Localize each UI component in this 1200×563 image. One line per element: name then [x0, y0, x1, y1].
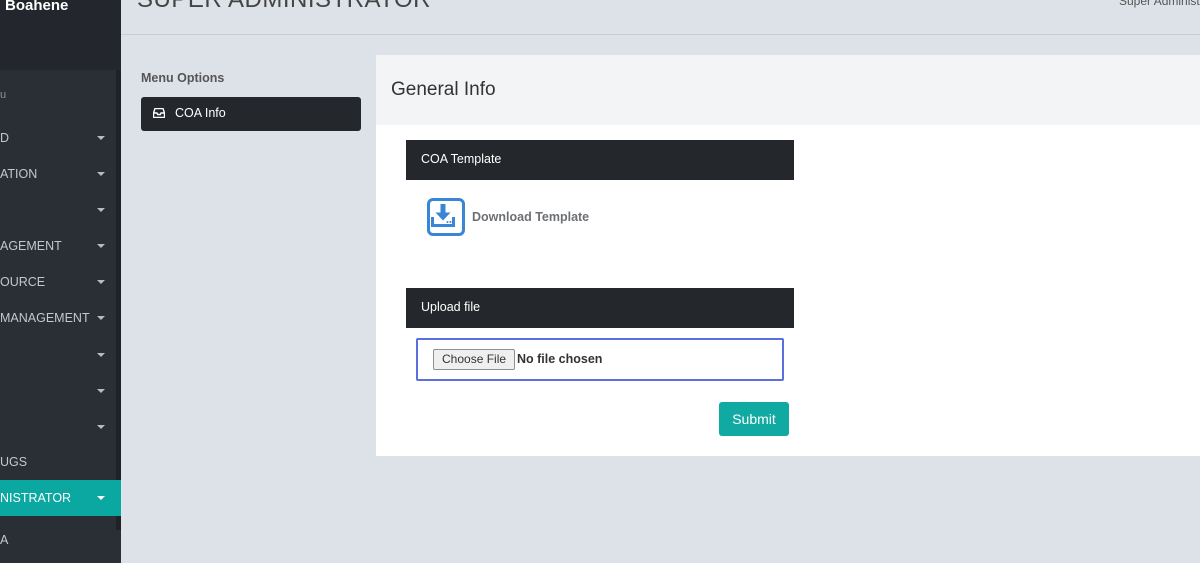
upload-file-heading: Upload file [421, 300, 481, 314]
caret-down-icon [97, 353, 105, 357]
menu-option-label: COA Info [175, 106, 226, 120]
caret-down-icon [97, 208, 105, 212]
caret-down-icon [97, 389, 105, 393]
caret-down-icon [97, 172, 105, 176]
sidebar-item-agement[interactable]: AGEMENT [0, 228, 121, 264]
user-role-menu[interactable]: Super Administrator [1119, 0, 1200, 8]
sidebar-menu-header: u [0, 89, 7, 101]
choose-file-button[interactable]: Choose File [433, 349, 516, 370]
sidebar-item-12[interactable]: A [0, 522, 121, 558]
user-name: Boahene [5, 0, 69, 14]
sidebar-item-3[interactable] [0, 192, 121, 228]
header-divider [121, 34, 1200, 35]
sidebar-item-administrator[interactable]: NISTRATOR [0, 480, 121, 516]
panel-header: General Info [376, 55, 1200, 125]
menu-options-title: Menu Options [141, 71, 225, 85]
file-status: No file chosen [517, 352, 603, 366]
menu-option-coa-info[interactable]: COA Info [141, 97, 361, 131]
coa-template-header: COA Template [406, 140, 794, 180]
sidebar-item-7[interactable] [0, 337, 121, 373]
upload-file-header: Upload file [406, 288, 794, 328]
general-info-panel: General Info COA Template Download Templ… [376, 55, 1200, 456]
file-input[interactable]: Choose File No file chosen [416, 338, 784, 381]
download-icon [427, 198, 465, 236]
coa-template-heading: COA Template [421, 152, 502, 166]
panel-title: General Info [391, 79, 496, 100]
caret-down-icon [97, 244, 105, 248]
sidebar-item-8[interactable] [0, 373, 121, 409]
page-title: SUPER ADMINISTRATOR [137, 0, 431, 14]
download-template-label: Download Template [472, 210, 590, 224]
sidebar-item-ource[interactable]: OURCE [0, 264, 121, 300]
sidebar-item-label: A [0, 533, 9, 547]
sidebar-item-9[interactable] [0, 409, 121, 445]
sidebar-item-bugs[interactable]: UGS [0, 444, 121, 480]
caret-down-icon [97, 316, 105, 320]
sidebar-item-dashboard[interactable]: D [0, 120, 121, 156]
sidebar-item-label: OURCE [0, 275, 46, 289]
caret-down-icon [97, 136, 105, 140]
sidebar-item-label: ATION [0, 167, 38, 181]
sidebar-item-label: MANAGEMENT [0, 311, 90, 325]
sidebar-item-label: D [0, 131, 10, 145]
sidebar-item-management[interactable]: MANAGEMENT [0, 300, 121, 336]
sidebar-item-ation[interactable]: ATION [0, 156, 121, 192]
sidebar: Boahene u D ATION AGEMENT OURCE MANAGEME… [0, 0, 121, 563]
submit-button[interactable]: Submit [719, 402, 789, 436]
sidebar-item-label: AGEMENT [0, 239, 62, 253]
inbox-icon [153, 108, 165, 118]
caret-down-icon [97, 280, 105, 284]
caret-down-icon [97, 425, 105, 429]
caret-down-icon [97, 496, 105, 500]
sidebar-item-label: NISTRATOR [0, 491, 72, 505]
sidebar-item-label: UGS [0, 455, 28, 469]
sidebar-user-panel: Boahene [0, 0, 121, 70]
